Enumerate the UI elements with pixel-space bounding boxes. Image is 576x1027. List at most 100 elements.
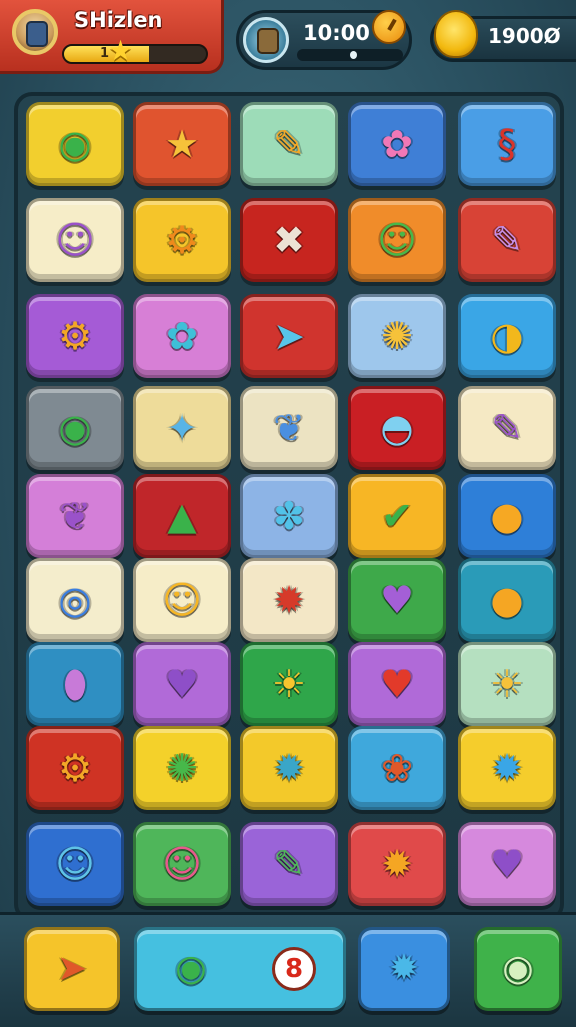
tile-symbol-icon: ✔ <box>381 494 413 538</box>
tile-r5-c3[interactable]: ✽ <box>240 474 338 558</box>
tile-symbol-icon: ✿ <box>166 314 198 358</box>
tile-r6-c3[interactable]: ✹ <box>240 558 338 642</box>
tile-r6-c1[interactable]: ◎ <box>26 558 124 642</box>
tile-r4-c3[interactable]: ❦ <box>240 386 338 470</box>
tile-symbol-icon: ❀ <box>381 746 413 790</box>
tile-symbol-icon: ✽ <box>273 494 305 538</box>
tile-r6-c5[interactable]: ● <box>458 558 556 642</box>
tile-r7-c2[interactable]: ♥ <box>133 642 231 726</box>
tile-r2-c1[interactable]: ☺ <box>26 198 124 282</box>
top-hud: SHizlen 1 ★ 10:00 1900Ø <box>0 0 576 86</box>
tile-symbol-icon: ☺ <box>377 218 417 262</box>
tile-r7-c3[interactable]: ☀ <box>240 642 338 726</box>
tile-symbol-icon: ◎ <box>58 578 92 622</box>
tile-r9-c2[interactable]: ☺ <box>133 822 231 906</box>
tile-symbol-icon: ♥ <box>379 662 415 706</box>
tile-symbol-icon: ✦ <box>166 406 198 450</box>
tile-r2-c2[interactable]: ⚙ <box>133 198 231 282</box>
tile-r3-c2[interactable]: ✿ <box>133 294 231 378</box>
tile-r1-c1[interactable]: ◉ <box>26 102 124 186</box>
tile-symbol-icon: ◉ <box>58 122 92 166</box>
tile-r9-c4[interactable]: ✹ <box>348 822 446 906</box>
tile-r8-c1[interactable]: ⚙ <box>26 726 124 810</box>
tile-r7-c4[interactable]: ♥ <box>348 642 446 726</box>
player-card[interactable]: SHizlen 1 ★ <box>0 0 224 74</box>
opponent-face-icon <box>257 28 279 54</box>
tile-r6-c2[interactable]: ☺ <box>133 558 231 642</box>
tile-symbol-icon: ◓ <box>380 406 414 450</box>
tile-r8-c3[interactable]: ✹ <box>240 726 338 810</box>
tile-r3-c1[interactable]: ⚙ <box>26 294 124 378</box>
player-avatar[interactable] <box>12 9 58 55</box>
tile-r9-c1[interactable]: ☺ <box>26 822 124 906</box>
tile-symbol-icon: ✎ <box>491 218 523 262</box>
coin-count: 1900Ø <box>488 24 561 48</box>
tile-symbol-icon: ⚙ <box>57 314 93 358</box>
tile-r5-c5[interactable]: ● <box>458 474 556 558</box>
tile-r2-c5[interactable]: ✎ <box>458 198 556 282</box>
tile-symbol-icon: ♥ <box>164 662 200 706</box>
tile-symbol-icon: ✿ <box>381 122 413 166</box>
tile-symbol-icon: ✖ <box>273 218 305 262</box>
tile-r8-c4[interactable]: ❀ <box>348 726 446 810</box>
tile-r1-c2[interactable]: ★ <box>133 102 231 186</box>
tile-r3-c5[interactable]: ◑ <box>458 294 556 378</box>
tile-r3-c3[interactable]: ➤ <box>240 294 338 378</box>
booster-button-sun[interactable]: ✹ <box>358 927 450 1011</box>
tile-symbol-icon: ☺ <box>162 578 202 622</box>
tile-r2-c3[interactable]: ✖ <box>240 198 338 282</box>
booster-button-rocket[interactable]: ➤ <box>24 927 120 1011</box>
tile-symbol-icon: ⚙ <box>164 218 200 262</box>
chat-button[interactable]: ◉ <box>474 927 562 1011</box>
tile-symbol-icon: ◉ <box>58 406 92 450</box>
timer-progress-marker <box>350 51 357 59</box>
tile-symbol-icon: ❦ <box>273 406 305 450</box>
tile-r5-c4[interactable]: ✔ <box>348 474 446 558</box>
sun-icon: ✹ <box>388 948 420 989</box>
rocket-icon: ➤ <box>56 948 88 989</box>
tile-symbol-icon: ➤ <box>273 314 305 358</box>
tile-r9-c3[interactable]: ✎ <box>240 822 338 906</box>
coin-icon[interactable] <box>434 10 478 58</box>
tile-symbol-icon: ◑ <box>490 314 524 358</box>
tile-r2-c4[interactable]: ☺ <box>348 198 446 282</box>
tile-r7-c1[interactable]: ⬮ <box>26 642 124 726</box>
tile-r7-c5[interactable]: ☀ <box>458 642 556 726</box>
tile-r3-c4[interactable]: ✺ <box>348 294 446 378</box>
tile-symbol-icon: § <box>497 122 517 166</box>
timer-text: 10:00 <box>303 21 370 45</box>
tile-symbol-icon: ★ <box>164 122 200 166</box>
tile-symbol-icon: ▲ <box>167 494 197 538</box>
game-board: ◉ ★ ✎ ✿ § ☺ ⚙ ✖ ☺ ✎ ⚙ ✿ ➤ ✺ ◑ ◉ ✦ ❦ ◓ ✎ ❦ ▲ ✽ ✔ ● ◎ ☺ ✹ ♥ ● ⬮ ♥ ☀ ♥ ☀ ⚙ ✺ ✹ ❀ ✹… <box>14 92 564 922</box>
tile-symbol-icon: ✹ <box>273 746 305 790</box>
tile-r1-c4[interactable]: ✿ <box>348 102 446 186</box>
tile-r1-c3[interactable]: ✎ <box>240 102 338 186</box>
tile-symbol-icon: ✺ <box>381 314 413 358</box>
tile-symbol-icon: ❦ <box>59 494 91 538</box>
tile-r4-c5[interactable]: ✎ <box>458 386 556 470</box>
tile-r4-c1[interactable]: ◉ <box>26 386 124 470</box>
opponent-avatar[interactable] <box>243 17 289 63</box>
tile-r5-c1[interactable]: ❦ <box>26 474 124 558</box>
tile-symbol-icon: ☺ <box>55 218 95 262</box>
tile-symbol-icon: ✎ <box>273 842 305 886</box>
tile-r4-c4[interactable]: ◓ <box>348 386 446 470</box>
tile-r9-c5[interactable]: ♥ <box>458 822 556 906</box>
tile-symbol-icon: ☺ <box>55 842 95 886</box>
star-icon: ★ <box>108 34 134 67</box>
tile-r8-c2[interactable]: ✺ <box>133 726 231 810</box>
tile-r6-c4[interactable]: ♥ <box>348 558 446 642</box>
tile-symbol-icon: ✹ <box>491 746 523 790</box>
avatar-face-icon <box>26 21 48 47</box>
tile-symbol-icon: ♥ <box>489 842 525 886</box>
tile-symbol-icon: ⚙ <box>57 746 93 790</box>
bottom-bar: ➤ ◉ 8 ✹ ◉ <box>0 912 576 1027</box>
tile-r4-c2[interactable]: ✦ <box>133 386 231 470</box>
tile-r1-c5[interactable]: § <box>458 102 556 186</box>
tile-r8-c5[interactable]: ✹ <box>458 726 556 810</box>
tile-symbol-icon: ✎ <box>491 406 523 450</box>
tile-r5-c2[interactable]: ▲ <box>133 474 231 558</box>
tile-symbol-icon: ♥ <box>379 578 415 622</box>
clock-icon[interactable] <box>372 10 406 44</box>
booster-bar[interactable]: ◉ 8 <box>134 927 346 1011</box>
